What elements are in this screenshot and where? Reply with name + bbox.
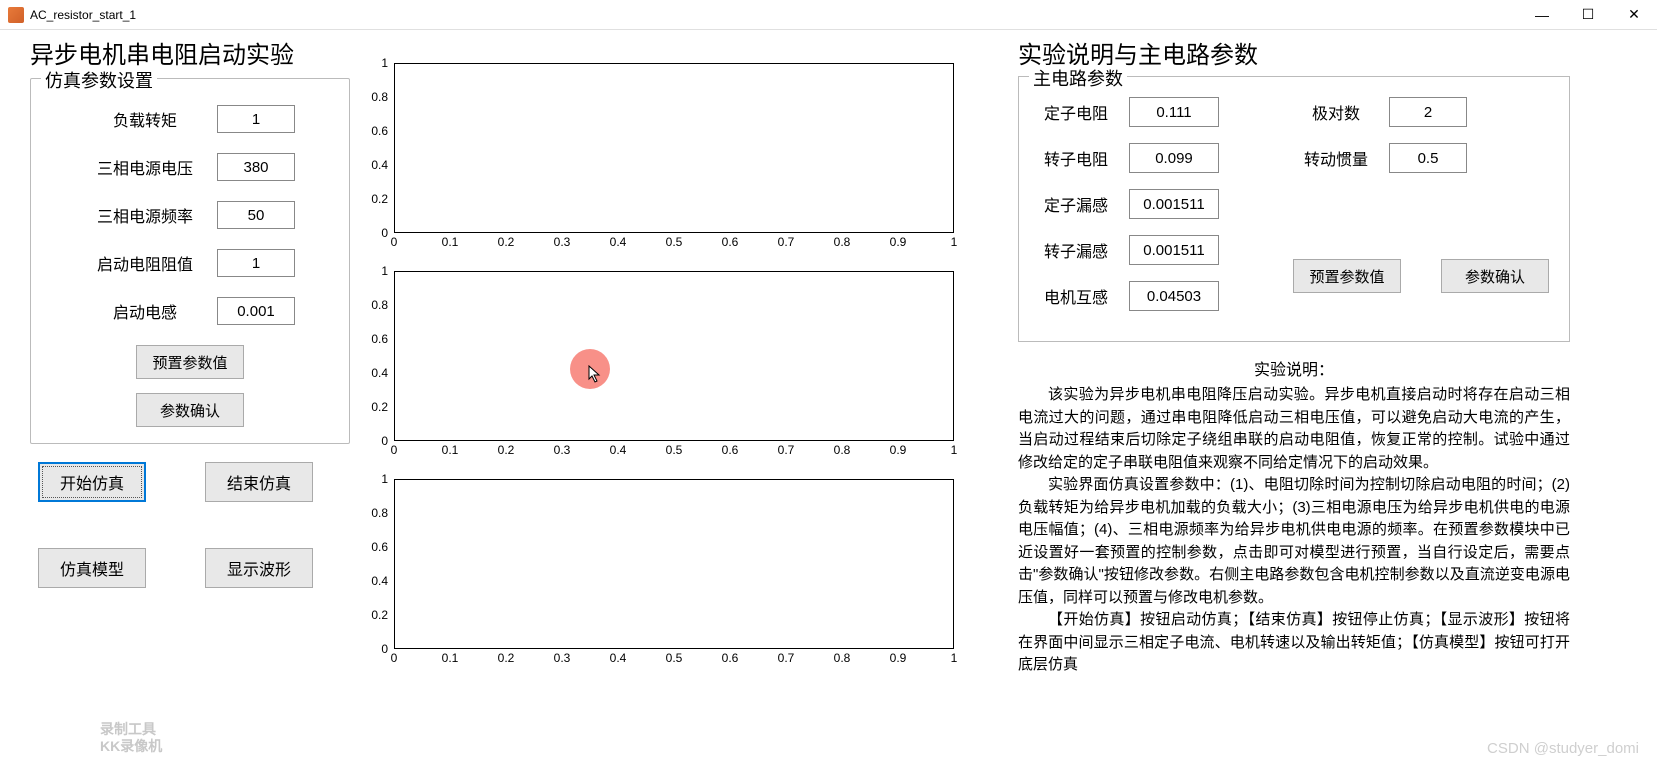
sim-params-group-title: 仿真参数设置: [41, 67, 157, 93]
param-row: 三相电源电压: [49, 153, 331, 181]
param-label: 定子电阻: [1033, 100, 1119, 124]
watermark-line1: 录制工具: [100, 721, 162, 738]
chart-1[interactable]: 00.20.40.60.81 00.10.20.30.40.50.60.70.8…: [360, 63, 1000, 253]
chart-2-axes[interactable]: [394, 271, 954, 441]
right-group-buttons: 预置参数值 参数确认: [1293, 259, 1555, 293]
watermark-recorder: 录制工具 KK录像机: [100, 721, 162, 755]
param-row: 启动电感: [49, 297, 331, 325]
param-label: 转动惯量: [1293, 146, 1379, 170]
param-row: 极对数: [1293, 97, 1555, 127]
param-label: 极对数: [1293, 100, 1379, 124]
experiment-title: 异步电机串电阻启动实验: [30, 35, 350, 70]
sim-params-group: 仿真参数设置 负载转矩 三相电源电压 三相电源频率 启动电阻阻值 启动电感: [30, 78, 350, 444]
mutual-inductance-input[interactable]: [1129, 281, 1219, 311]
param-row: 定子漏感: [1033, 189, 1283, 219]
param-label: 转子电阻: [1033, 146, 1119, 170]
description-block: 实验说明： 该实验为异步电机串电阻降压启动实验。异步电机直接启动时将存在启动三相…: [1018, 356, 1570, 677]
param-label: 定子漏感: [1033, 192, 1119, 216]
preset-params-button[interactable]: 预置参数值: [136, 345, 244, 379]
start-inductance-input[interactable]: [217, 297, 295, 325]
chart-2[interactable]: 00.20.40.60.81 00.10.20.30.40.50.60.70.8…: [360, 271, 1000, 461]
param-row: 三相电源频率: [49, 201, 331, 229]
param-row: 转动惯量: [1293, 143, 1555, 173]
preset-circuit-button[interactable]: 预置参数值: [1293, 259, 1401, 293]
right-panel: 实验说明与主电路参数 主电路参数 定子电阻 转子电阻 定子漏感: [1010, 35, 1570, 763]
circuit-params-grid: 定子电阻 转子电阻 定子漏感 转子漏感: [1033, 97, 1555, 327]
titlebar-left: AC_resistor_start_1: [8, 7, 136, 23]
chart-2-yticks: 00.20.40.60.81: [360, 271, 390, 441]
confirm-params-button[interactable]: 参数确认: [136, 393, 244, 427]
param-row: 转子漏感: [1033, 235, 1283, 265]
param-label: 转子漏感: [1033, 238, 1119, 262]
stop-sim-button[interactable]: 结束仿真: [205, 462, 313, 502]
rotor-resistance-input[interactable]: [1129, 143, 1219, 173]
titlebar: AC_resistor_start_1 — ☐ ✕: [0, 0, 1657, 30]
description-title: 实验说明：: [1018, 356, 1570, 380]
show-wave-button[interactable]: 显示波形: [205, 548, 313, 588]
stator-leakage-input[interactable]: [1129, 189, 1219, 219]
start-sim-button[interactable]: 开始仿真: [38, 462, 146, 502]
app-icon: [8, 7, 24, 23]
rotor-leakage-input[interactable]: [1129, 235, 1219, 265]
circuit-params-group: 主电路参数 定子电阻 转子电阻 定子漏感: [1018, 76, 1570, 342]
voltage-input[interactable]: [217, 153, 295, 181]
param-row: 定子电阻: [1033, 97, 1283, 127]
cursor-highlight-icon: [570, 349, 610, 389]
main-content: 异步电机串电阻启动实验 仿真参数设置 负载转矩 三相电源电压 三相电源频率 启动…: [0, 30, 1657, 763]
chart-2-xticks: 00.10.20.30.40.50.60.70.80.91: [394, 441, 954, 461]
param-label: 启动电阻阻值: [85, 251, 205, 275]
watermark-line2: KK录像机: [100, 738, 162, 755]
minimize-button[interactable]: —: [1519, 0, 1565, 30]
window-controls: — ☐ ✕: [1519, 0, 1657, 30]
chart-3-yticks: 00.20.40.60.81: [360, 479, 390, 649]
param-row: 负载转矩: [49, 105, 331, 133]
param-label: 负载转矩: [85, 107, 205, 131]
left-group-buttons: 预置参数值 参数确认: [49, 345, 331, 427]
chart-1-axes[interactable]: [394, 63, 954, 233]
stator-resistance-input[interactable]: [1129, 97, 1219, 127]
watermark-csdn: CSDN @studyer_domi: [1487, 740, 1639, 757]
circuit-params-title: 主电路参数: [1029, 65, 1127, 91]
description-body: 该实验为异步电机串电阻降压启动实验。异步电机直接启动时将存在启动三相电流过大的问…: [1018, 384, 1570, 677]
param-row: 转子电阻: [1033, 143, 1283, 173]
close-button[interactable]: ✕: [1611, 0, 1657, 30]
param-label: 三相电源频率: [85, 203, 205, 227]
confirm-circuit-button[interactable]: 参数确认: [1441, 259, 1549, 293]
left-panel: 异步电机串电阻启动实验 仿真参数设置 负载转矩 三相电源电压 三相电源频率 启动…: [30, 35, 350, 763]
window-title: AC_resistor_start_1: [30, 8, 136, 22]
chart-1-yticks: 00.20.40.60.81: [360, 63, 390, 233]
chart-3-axes[interactable]: [394, 479, 954, 649]
param-label: 启动电感: [85, 299, 205, 323]
start-resistance-input[interactable]: [217, 249, 295, 277]
chart-3-xticks: 00.10.20.30.40.50.60.70.80.91: [394, 649, 954, 669]
param-label: 三相电源电压: [85, 155, 205, 179]
sim-model-button[interactable]: 仿真模型: [38, 548, 146, 588]
chart-3[interactable]: 00.20.40.60.81 00.10.20.30.40.50.60.70.8…: [360, 479, 1000, 669]
load-torque-input[interactable]: [217, 105, 295, 133]
inertia-input[interactable]: [1389, 143, 1467, 173]
action-buttons: 开始仿真 结束仿真 仿真模型 显示波形: [30, 462, 350, 588]
chart-1-xticks: 00.10.20.30.40.50.60.70.80.91: [394, 233, 954, 253]
maximize-button[interactable]: ☐: [1565, 0, 1611, 30]
frequency-input[interactable]: [217, 201, 295, 229]
param-row: 启动电阻阻值: [49, 249, 331, 277]
pole-pairs-input[interactable]: [1389, 97, 1467, 127]
center-charts: 00.20.40.60.81 00.10.20.30.40.50.60.70.8…: [360, 35, 1000, 763]
param-row: 电机互感: [1033, 281, 1283, 311]
param-label: 电机互感: [1033, 284, 1119, 308]
